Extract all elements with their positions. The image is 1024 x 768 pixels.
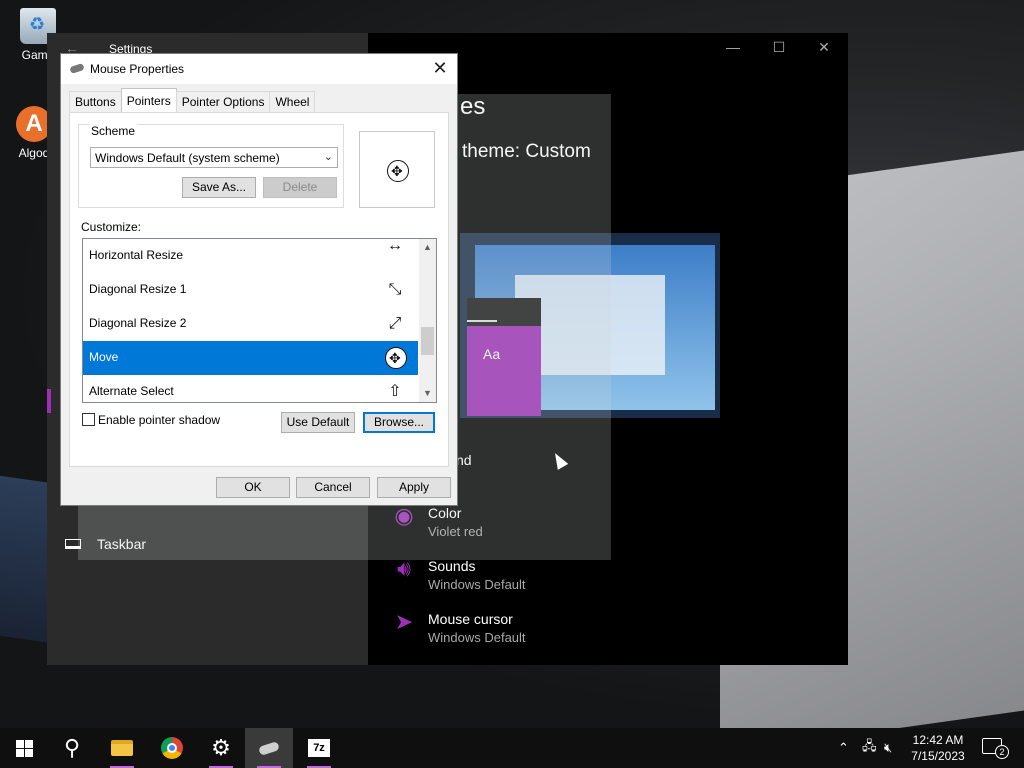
volume-muted-icon: 🔇︎	[884, 740, 893, 755]
ok-button[interactable]: OK	[216, 477, 290, 498]
option-sounds[interactable]: 🔊︎ Sounds Windows Default	[392, 556, 526, 595]
7zip-icon: 7z	[308, 739, 330, 757]
clock-time: 12:42 AM	[912, 733, 964, 747]
dialog-title: Mouse Properties	[90, 62, 185, 76]
list-scrollbar[interactable]: ▲ ▼	[419, 239, 436, 402]
cursor-list[interactable]: ↔ Horizontal Resize Diagonal Resize 1 ⤡ …	[82, 238, 437, 403]
list-item-label: Alternate Select	[89, 384, 174, 398]
browse-button[interactable]: Browse...	[363, 412, 435, 433]
volume-tray-button[interactable]: 🔇︎	[884, 728, 892, 768]
network-tray-button[interactable]: 🖧︎	[862, 728, 877, 768]
gear-icon: ⚙	[211, 735, 231, 760]
search-button[interactable]: ⚲	[48, 728, 96, 768]
list-item[interactable]: Alternate Select ⇧	[83, 375, 418, 402]
speaker-icon: 🔊︎	[397, 556, 411, 581]
network-icon: 🖧︎	[862, 738, 877, 753]
move-cursor-icon	[387, 160, 409, 182]
mouse-icon	[69, 63, 85, 74]
option-title: Mouse cursor	[428, 611, 513, 627]
option-value: Windows Default	[428, 630, 526, 645]
pointer-shadow-checkbox[interactable]	[82, 413, 95, 426]
cursor-icon: ➤	[394, 609, 414, 634]
mouse-properties-dialog: Mouse Properties ✕ Buttons Pointers Poin…	[60, 53, 458, 506]
search-icon: ⚲	[63, 735, 81, 760]
tab-pointer-options[interactable]: Pointer Options	[175, 91, 271, 112]
close-button[interactable]: ✕	[814, 39, 834, 56]
diagonal-resize-1-cursor-icon: ⤡	[388, 281, 402, 298]
tab-wheel[interactable]: Wheel	[269, 91, 316, 112]
cancel-button[interactable]: Cancel	[296, 477, 370, 498]
dialog-tabs: Buttons Pointers Pointer Options Wheel	[69, 88, 316, 112]
clock-date: 7/15/2023	[911, 749, 965, 763]
scroll-up-icon[interactable]: ▲	[419, 239, 436, 256]
scroll-down-icon[interactable]: ▼	[419, 385, 436, 402]
taskbar-settings[interactable]: ⚙	[197, 728, 245, 768]
scroll-thumb[interactable]	[421, 327, 434, 355]
taskbar-7zip[interactable]: 7z	[295, 728, 343, 768]
tab-buttons[interactable]: Buttons	[69, 91, 122, 112]
close-icon[interactable]: ✕	[429, 57, 451, 79]
notification-count-badge: 2	[995, 745, 1009, 759]
dialog-titlebar: Mouse Properties ✕	[61, 54, 457, 84]
taskbar-mouse-properties[interactable]	[245, 728, 293, 768]
list-item[interactable]: Diagonal Resize 1 ⤡	[83, 273, 418, 307]
notification-center-icon[interactable]: 2	[982, 738, 1009, 759]
mouse-icon	[258, 740, 280, 756]
show-hidden-icons-button[interactable]: ⌃	[838, 728, 849, 768]
delete-button[interactable]: Delete	[263, 177, 337, 198]
list-item-label: Diagonal Resize 2	[89, 316, 187, 330]
chevron-down-icon: ⌄	[323, 151, 333, 163]
move-cursor-icon	[385, 347, 407, 369]
list-item-selected[interactable]: Move	[83, 341, 418, 375]
option-mouse-cursor[interactable]: ➤ Mouse cursor Windows Default	[392, 610, 526, 648]
pointer-shadow-label: Enable pointer shadow	[98, 413, 221, 427]
taskbar-chrome[interactable]	[148, 728, 196, 768]
list-item-label: Horizontal Resize	[89, 248, 184, 262]
minimize-button[interactable]: —	[723, 39, 743, 55]
list-item[interactable]: Horizontal Resize	[83, 239, 418, 273]
nav-selection-indicator	[47, 389, 51, 413]
windows-logo-icon	[15, 739, 33, 757]
list-item-label: Move	[89, 350, 119, 364]
save-as-button[interactable]: Save As...	[182, 177, 256, 198]
cursor-preview-box	[359, 131, 435, 208]
diagonal-resize-2-cursor-icon: ⤢	[388, 315, 402, 332]
customize-label: Customize:	[81, 220, 142, 234]
folder-icon	[111, 740, 133, 756]
taskbar: ⚲ ⚙ 7z ⌃ 🖧︎ 🔇︎ 12:42 AM 7/15/2023 2	[0, 728, 1024, 768]
use-default-button[interactable]: Use Default	[281, 412, 355, 433]
start-button[interactable]	[0, 728, 48, 768]
option-value: Windows Default	[428, 577, 526, 592]
tab-pointers[interactable]: Pointers	[120, 88, 177, 112]
maximize-button[interactable]: ☐	[769, 39, 789, 56]
chrome-icon	[161, 737, 183, 759]
list-item-label: Diagonal Resize 1	[89, 282, 187, 296]
scheme-select-value: Windows Default (system scheme)	[95, 151, 280, 165]
scheme-label: Scheme	[89, 124, 138, 138]
scheme-select[interactable]: Windows Default (system scheme) ⌄	[90, 147, 338, 168]
alternate-select-cursor-icon: ⇧	[388, 383, 402, 400]
chevron-up-icon: ⌃	[838, 740, 849, 755]
list-item[interactable]: Diagonal Resize 2 ⤢	[83, 307, 418, 341]
taskbar-file-explorer[interactable]	[98, 728, 146, 768]
taskbar-clock[interactable]: 12:42 AM 7/15/2023	[905, 732, 971, 764]
apply-button[interactable]: Apply	[377, 477, 451, 498]
